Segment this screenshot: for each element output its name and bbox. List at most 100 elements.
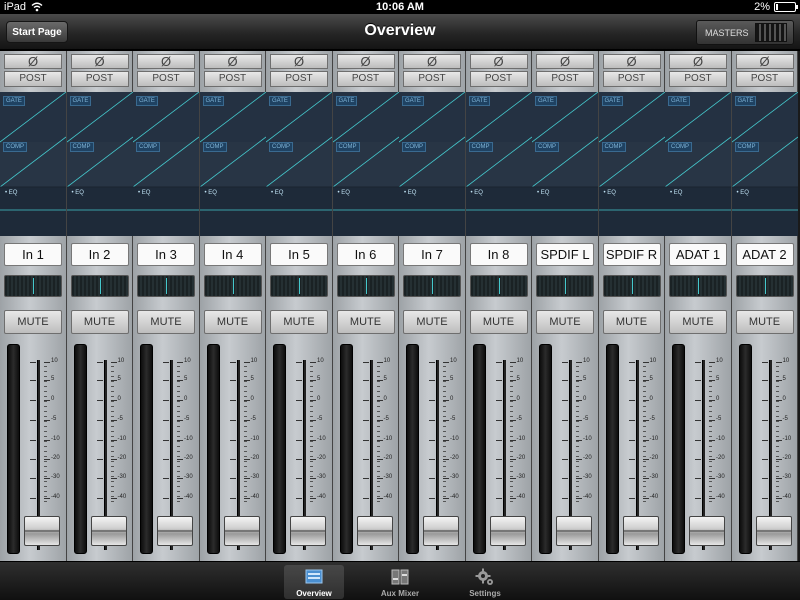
- fader-scale-mark: -30: [695, 474, 729, 480]
- dynamics-curve: [598, 92, 665, 211]
- tab-overview[interactable]: Overview: [284, 565, 344, 599]
- channel-name[interactable]: In 1: [4, 243, 62, 266]
- fader-handle[interactable]: [689, 516, 725, 546]
- phase-invert-button[interactable]: Ø: [270, 54, 328, 69]
- fader-handle[interactable]: [223, 516, 260, 546]
- channel-name[interactable]: SPDIF L: [536, 243, 594, 266]
- fader-handle[interactable]: [489, 516, 526, 546]
- mute-button[interactable]: MUTE: [70, 310, 129, 334]
- start-page-button[interactable]: Start Page: [6, 21, 68, 43]
- fader-handle[interactable]: [290, 516, 326, 546]
- masters-toggle[interactable]: MASTERS: [696, 20, 794, 45]
- dynamics-display[interactable]: GATE COMP • EQ: [0, 92, 66, 236]
- mute-button[interactable]: MUTE: [336, 310, 395, 334]
- post-button[interactable]: POST: [336, 71, 395, 87]
- fader-scale-mark: -20: [296, 455, 330, 461]
- phase-invert-button[interactable]: Ø: [70, 54, 129, 69]
- post-button[interactable]: POST: [469, 71, 528, 87]
- pan-control[interactable]: [336, 275, 395, 297]
- pan-control[interactable]: [536, 275, 594, 297]
- fader-area: 10 5 0 -5 -10 -20 -30 -40: [67, 340, 133, 558]
- pan-control[interactable]: [735, 275, 794, 297]
- dynamics-display[interactable]: GATE COMP • EQ: [731, 92, 798, 236]
- dynamics-display[interactable]: GATE COMP • EQ: [266, 92, 332, 236]
- dynamics-display[interactable]: GATE COMP • EQ: [199, 92, 266, 236]
- pan-control[interactable]: [70, 275, 129, 297]
- tab-settings[interactable]: Settings: [455, 565, 515, 599]
- channel-name[interactable]: In 2: [70, 243, 129, 266]
- mute-button[interactable]: MUTE: [536, 310, 594, 334]
- pan-control[interactable]: [4, 275, 62, 297]
- phase-invert-button[interactable]: Ø: [669, 54, 727, 69]
- fader-handle[interactable]: [423, 516, 459, 546]
- pan-control[interactable]: [137, 275, 195, 297]
- channel-name[interactable]: ADAT 1: [669, 243, 727, 266]
- post-button[interactable]: POST: [4, 71, 62, 87]
- fader-scale-label: -20: [716, 455, 725, 461]
- phase-invert-button[interactable]: Ø: [536, 54, 594, 69]
- fader-handle[interactable]: [556, 516, 592, 546]
- dynamics-display[interactable]: GATE COMP • EQ: [133, 92, 199, 236]
- pan-control[interactable]: [203, 275, 262, 297]
- channel-name[interactable]: In 8: [469, 243, 528, 266]
- mute-button[interactable]: MUTE: [203, 310, 262, 334]
- phase-invert-button[interactable]: Ø: [336, 54, 395, 69]
- fader-scale-label: -20: [649, 455, 659, 461]
- fader-scale-mark: 0: [562, 396, 596, 402]
- fader-handle[interactable]: [755, 516, 792, 546]
- dynamics-display[interactable]: GATE COMP • EQ: [532, 92, 598, 236]
- tab-aux-mixer[interactable]: Aux Mixer: [370, 565, 430, 599]
- dynamics-display[interactable]: GATE COMP • EQ: [665, 92, 731, 236]
- post-button[interactable]: POST: [137, 71, 195, 87]
- phase-invert-button[interactable]: Ø: [469, 54, 528, 69]
- mute-button[interactable]: MUTE: [4, 310, 62, 334]
- channel-name[interactable]: SPDIF R: [602, 243, 661, 266]
- post-button[interactable]: POST: [536, 71, 594, 87]
- channel-name[interactable]: In 6: [336, 243, 395, 266]
- phase-invert-button[interactable]: Ø: [403, 54, 461, 69]
- post-button[interactable]: POST: [602, 71, 661, 87]
- post-button[interactable]: POST: [735, 71, 794, 87]
- channel-name[interactable]: In 4: [203, 243, 262, 266]
- mute-button[interactable]: MUTE: [137, 310, 195, 334]
- channel-name[interactable]: In 7: [403, 243, 461, 266]
- pan-control[interactable]: [602, 275, 661, 297]
- channel-name[interactable]: In 5: [270, 243, 328, 266]
- mute-button[interactable]: MUTE: [735, 310, 794, 334]
- fader-handle[interactable]: [24, 516, 60, 546]
- dynamics-display[interactable]: GATE COMP • EQ: [598, 92, 665, 236]
- post-button[interactable]: POST: [669, 71, 727, 87]
- mute-button[interactable]: MUTE: [270, 310, 328, 334]
- post-button[interactable]: POST: [203, 71, 262, 87]
- post-button[interactable]: POST: [403, 71, 461, 87]
- dynamics-display[interactable]: GATE COMP • EQ: [332, 92, 399, 236]
- mute-button[interactable]: MUTE: [469, 310, 528, 334]
- dynamics-display[interactable]: GATE COMP • EQ: [465, 92, 532, 236]
- phase-invert-button[interactable]: Ø: [4, 54, 62, 69]
- dynamics-display[interactable]: GATE COMP • EQ: [399, 92, 465, 236]
- fader-handle[interactable]: [356, 516, 393, 546]
- phase-invert-button[interactable]: Ø: [735, 54, 794, 69]
- phase-invert-button[interactable]: Ø: [137, 54, 195, 69]
- fader-area: 10 5 0 -5 -10 -20 -30 -40: [200, 340, 266, 558]
- pan-control[interactable]: [669, 275, 727, 297]
- channel-name[interactable]: ADAT 2: [735, 243, 794, 266]
- fader-scale-label: -30: [317, 474, 326, 480]
- pan-control[interactable]: [403, 275, 461, 297]
- post-button[interactable]: POST: [70, 71, 129, 87]
- phase-invert-button[interactable]: Ø: [602, 54, 661, 69]
- pan-control[interactable]: [270, 275, 328, 297]
- post-button[interactable]: POST: [270, 71, 328, 87]
- mute-button[interactable]: MUTE: [669, 310, 727, 334]
- fader-handle[interactable]: [90, 516, 127, 546]
- fader-area: 10 5 0 -5 -10 -20 -30 -40: [266, 340, 332, 558]
- mute-button[interactable]: MUTE: [602, 310, 661, 334]
- gate-tag: GATE: [269, 96, 291, 106]
- dynamics-display[interactable]: GATE COMP • EQ: [66, 92, 133, 236]
- pan-control[interactable]: [469, 275, 528, 297]
- channel-name[interactable]: In 3: [137, 243, 195, 266]
- fader-handle[interactable]: [622, 516, 659, 546]
- fader-handle[interactable]: [157, 516, 193, 546]
- phase-invert-button[interactable]: Ø: [203, 54, 262, 69]
- mute-button[interactable]: MUTE: [403, 310, 461, 334]
